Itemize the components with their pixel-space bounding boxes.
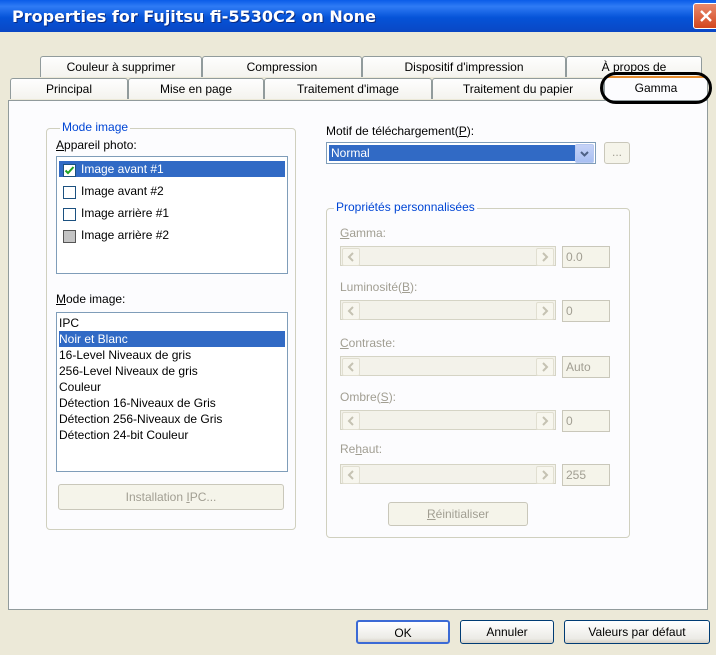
close-icon bbox=[700, 10, 712, 22]
chevron-down-icon[interactable] bbox=[575, 144, 594, 163]
mode-item[interactable]: Couleur bbox=[59, 379, 285, 395]
arrow-right-icon[interactable] bbox=[536, 302, 554, 320]
tab-mise-en-page[interactable]: Mise en page bbox=[128, 78, 264, 99]
highlight-slider[interactable] bbox=[340, 464, 556, 484]
mode-item[interactable]: IPC bbox=[59, 315, 285, 331]
mode-item[interactable]: 256-Level Niveaux de gris bbox=[59, 363, 285, 379]
arrow-left-icon[interactable] bbox=[342, 302, 360, 320]
camera-item-label: Image arrière #2 bbox=[81, 228, 170, 242]
checkbox-checked[interactable] bbox=[63, 164, 76, 177]
tab-couleur-a-supprimer[interactable]: Couleur à supprimer bbox=[40, 56, 202, 77]
cancel-button[interactable]: Annuler bbox=[460, 620, 554, 644]
custom-properties-title: Propriétés personnalisées bbox=[334, 200, 477, 214]
camera-item[interactable]: Image arrière #2 bbox=[59, 227, 285, 243]
ipc-setup-button[interactable]: Installation IPC... bbox=[58, 484, 284, 510]
mode-item[interactable]: Détection 256-Niveaux de Gris bbox=[59, 411, 285, 427]
shadow-slider[interactable] bbox=[340, 410, 556, 430]
arrow-right-icon[interactable] bbox=[536, 412, 554, 430]
mode-item[interactable]: 16-Level Niveaux de gris bbox=[59, 347, 285, 363]
camera-item[interactable]: Image arrière #1 bbox=[59, 205, 285, 221]
ok-button[interactable]: OK bbox=[356, 620, 450, 644]
arrow-right-icon[interactable] bbox=[536, 358, 554, 376]
download-pattern-value: Normal bbox=[329, 145, 575, 161]
checkbox-indeterminate[interactable] bbox=[63, 230, 76, 243]
checkbox[interactable] bbox=[63, 208, 76, 221]
checkbox[interactable] bbox=[63, 186, 76, 199]
tab-principal[interactable]: Principal bbox=[10, 78, 128, 99]
camera-item[interactable]: Image avant #1 bbox=[59, 161, 285, 177]
tab-traitement-papier[interactable]: Traitement du papier bbox=[432, 78, 604, 99]
arrow-left-icon[interactable] bbox=[342, 466, 360, 484]
download-pattern-select[interactable]: Normal bbox=[326, 142, 596, 164]
camera-listbox[interactable]: Image avant #1 Image avant #2 Image arri… bbox=[56, 156, 288, 274]
highlight-annotation bbox=[600, 72, 712, 104]
reset-button[interactable]: Réinitialiser bbox=[388, 502, 528, 526]
defaults-button[interactable]: Valeurs par défaut bbox=[564, 620, 710, 644]
highlight-value[interactable]: 255 bbox=[562, 464, 610, 486]
camera-label: Appareil photo: bbox=[56, 138, 137, 152]
shadow-label: Ombre(S): bbox=[340, 390, 397, 404]
luminosity-label: Luminosité(B): bbox=[340, 280, 418, 294]
arrow-left-icon[interactable] bbox=[342, 248, 360, 266]
gamma-slider[interactable] bbox=[340, 246, 556, 266]
gamma-value[interactable]: 0.0 bbox=[562, 246, 610, 268]
browse-button[interactable]: ... bbox=[604, 142, 630, 164]
mode-listbox[interactable]: IPC Noir et Blanc 16-Level Niveaux de gr… bbox=[56, 312, 288, 472]
tab-dispositif-impression[interactable]: Dispositif d'impression bbox=[362, 56, 566, 77]
camera-item-label: Image arrière #1 bbox=[81, 206, 170, 220]
contrast-label: Contraste: bbox=[340, 336, 396, 350]
tab-compression[interactable]: Compression bbox=[202, 56, 362, 77]
highlight-label: Rehaut: bbox=[340, 442, 383, 456]
mode-image-group-title: Mode image bbox=[60, 120, 131, 134]
mode-label: Mode image: bbox=[56, 292, 126, 306]
close-button[interactable] bbox=[693, 3, 716, 29]
camera-item-label: Image avant #1 bbox=[81, 162, 164, 176]
shadow-value[interactable]: 0 bbox=[562, 410, 610, 432]
arrow-right-icon[interactable] bbox=[536, 248, 554, 266]
mode-item[interactable]: Détection 16-Niveaux de Gris bbox=[59, 395, 285, 411]
download-label: Motif de téléchargement(P): bbox=[326, 124, 475, 138]
gamma-label: Gamma: bbox=[340, 226, 387, 240]
luminosity-value[interactable]: 0 bbox=[562, 300, 610, 322]
camera-item[interactable]: Image avant #2 bbox=[59, 183, 285, 199]
contrast-slider[interactable] bbox=[340, 356, 556, 376]
mode-item[interactable]: Détection 24-bit Couleur bbox=[59, 427, 285, 443]
arrow-right-icon[interactable] bbox=[536, 466, 554, 484]
arrow-left-icon[interactable] bbox=[342, 358, 360, 376]
mode-item-selected[interactable]: Noir et Blanc bbox=[59, 331, 285, 347]
camera-item-label: Image avant #2 bbox=[81, 184, 164, 198]
window-title: Properties for Fujitsu fi-5530C2 on None bbox=[12, 7, 376, 26]
tab-traitement-image[interactable]: Traitement d'image bbox=[264, 78, 432, 99]
checkmark-icon bbox=[64, 166, 75, 175]
luminosity-slider[interactable] bbox=[340, 300, 556, 320]
arrow-left-icon[interactable] bbox=[342, 412, 360, 430]
contrast-value[interactable]: Auto bbox=[562, 356, 610, 378]
